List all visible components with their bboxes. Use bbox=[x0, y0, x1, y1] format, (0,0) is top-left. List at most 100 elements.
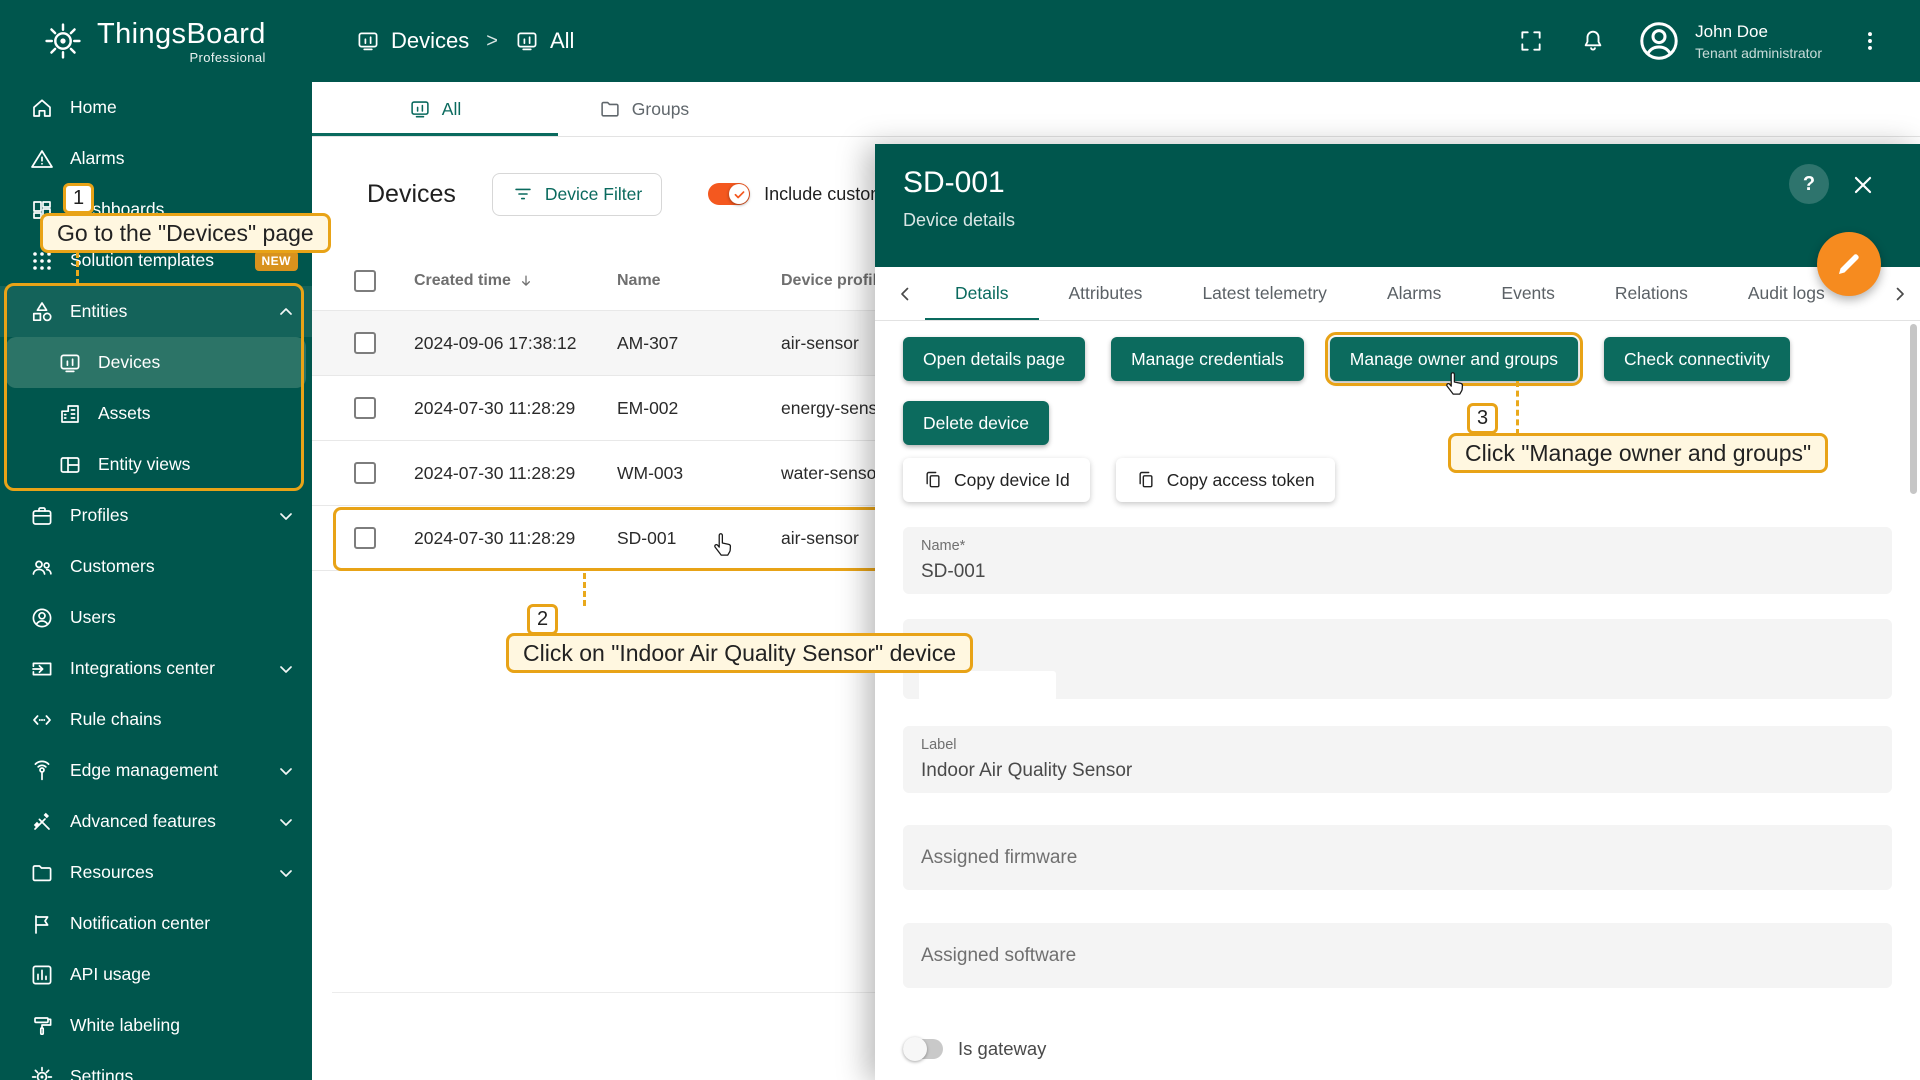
avatar-icon bbox=[1635, 17, 1683, 65]
sidebar-item-entities[interactable]: Entities bbox=[0, 286, 312, 337]
header-kebab-menu[interactable] bbox=[1850, 21, 1890, 61]
tab-relations[interactable]: Relations bbox=[1585, 267, 1718, 320]
close-icon bbox=[1850, 172, 1876, 198]
close-button[interactable] bbox=[1848, 170, 1878, 200]
device-profile-field-input[interactable] bbox=[919, 671, 1056, 701]
new-badge: NEW bbox=[254, 250, 298, 271]
sidebar-item-label: Rule chains bbox=[70, 709, 162, 729]
sidebar-item-rule-chains[interactable]: Rule chains bbox=[0, 694, 312, 745]
assigned-firmware-field[interactable]: Assigned firmware bbox=[903, 825, 1892, 890]
tab-all[interactable]: All bbox=[312, 82, 558, 136]
copy-icon bbox=[923, 470, 943, 490]
sidebar-item-label: Devices bbox=[98, 352, 161, 372]
column-name[interactable]: Name bbox=[617, 272, 781, 290]
sidebar-item-label: Solution templates bbox=[70, 250, 214, 270]
toggle-knob bbox=[903, 1037, 927, 1061]
row-checkbox[interactable] bbox=[354, 397, 376, 419]
sidebar-item-profiles[interactable]: Profiles bbox=[0, 490, 312, 541]
integration-icon bbox=[30, 657, 54, 681]
hand-cursor-button bbox=[1446, 372, 1464, 395]
assigned-firmware-placeholder: Assigned firmware bbox=[921, 846, 1078, 868]
is-gateway-label: Is gateway bbox=[958, 1038, 1047, 1059]
column-created-time[interactable]: Created time bbox=[414, 272, 617, 290]
row-checkbox[interactable] bbox=[354, 527, 376, 549]
sidebar-item-integrations-center[interactable]: Integrations center bbox=[0, 643, 312, 694]
warning-icon bbox=[30, 147, 54, 171]
sidebar-item-label: Integrations center bbox=[70, 658, 215, 678]
sidebar-item-resources[interactable]: Resources bbox=[0, 847, 312, 898]
copy-device-id-button[interactable]: Copy device Id bbox=[903, 458, 1090, 502]
brand-logo: ThingsBoard Professional bbox=[0, 18, 312, 65]
cell-created-time: 2024-09-06 17:38:12 bbox=[414, 332, 577, 353]
edit-fab-button[interactable] bbox=[1817, 232, 1881, 296]
sidebar-item-alarms[interactable]: Alarms bbox=[0, 133, 312, 184]
sidebar-item-settings[interactable]: Settings bbox=[0, 1051, 312, 1080]
folder-icon bbox=[30, 861, 54, 885]
row-checkbox[interactable] bbox=[354, 332, 376, 354]
cell-name: EM-002 bbox=[617, 397, 679, 418]
device-filter-label: Device Filter bbox=[544, 183, 643, 204]
device-filter-button[interactable]: Device Filter bbox=[491, 172, 663, 216]
sidebar-item-label: API usage bbox=[70, 964, 151, 984]
name-field-value: SD-001 bbox=[921, 561, 986, 582]
delete-device-button[interactable]: Delete device bbox=[903, 401, 1050, 445]
bell-icon bbox=[1580, 28, 1606, 54]
tab-attributes[interactable]: Attributes bbox=[1039, 267, 1173, 320]
copy-access-token-button[interactable]: Copy access token bbox=[1115, 458, 1335, 502]
breadcrumb-all[interactable]: All bbox=[515, 28, 574, 54]
tab-alarms[interactable]: Alarms bbox=[1357, 267, 1471, 320]
sidebar-item-label: Entity views bbox=[98, 454, 191, 474]
entity-views-icon bbox=[58, 453, 82, 477]
assigned-software-field[interactable]: Assigned software bbox=[903, 923, 1892, 988]
hand-cursor-row bbox=[714, 533, 732, 556]
cell-created-time: 2024-07-30 11:28:29 bbox=[414, 527, 576, 548]
device-fields: Name* SD-001 Label Indoor Air Quality Se… bbox=[903, 527, 1892, 988]
row-checkbox[interactable] bbox=[354, 462, 376, 484]
name-field[interactable]: Name* SD-001 bbox=[903, 527, 1892, 594]
paint-icon bbox=[30, 1014, 54, 1038]
sidebar-item-edge-management[interactable]: Edge management bbox=[0, 745, 312, 796]
brand-subtitle: Professional bbox=[189, 49, 266, 65]
notifications-button[interactable] bbox=[1573, 21, 1613, 61]
sidebar-item-entity-views[interactable]: Entity views bbox=[0, 439, 312, 490]
tab-latest-telemetry[interactable]: Latest telemetry bbox=[1172, 267, 1357, 320]
action-buttons-row: Open details page Manage credentials Man… bbox=[903, 332, 1892, 386]
tab-details[interactable]: Details bbox=[925, 267, 1039, 320]
toggle-on-track[interactable] bbox=[708, 183, 751, 205]
sidebar-item-api-usage[interactable]: API usage bbox=[0, 949, 312, 1000]
device-icon bbox=[515, 29, 539, 53]
sidebar-item-home[interactable]: Home bbox=[0, 82, 312, 133]
device-icon bbox=[409, 98, 431, 120]
cell-created-time: 2024-07-30 11:28:29 bbox=[414, 397, 576, 418]
tabs-scroll-left-button[interactable] bbox=[885, 267, 925, 321]
sidebar-item-advanced-features[interactable]: Advanced features bbox=[0, 796, 312, 847]
label-field[interactable]: Label Indoor Air Quality Sensor bbox=[903, 726, 1892, 793]
sidebar-item-assets[interactable]: Assets bbox=[0, 388, 312, 439]
tab-events[interactable]: Events bbox=[1471, 267, 1585, 320]
manage-credentials-button[interactable]: Manage credentials bbox=[1111, 337, 1304, 381]
check-connectivity-button[interactable]: Check connectivity bbox=[1604, 337, 1790, 381]
sidebar-item-white-labeling[interactable]: White labeling bbox=[0, 1000, 312, 1051]
is-gateway-toggle[interactable] bbox=[903, 1037, 943, 1061]
check-icon bbox=[733, 188, 746, 201]
open-details-page-button[interactable]: Open details page bbox=[903, 337, 1086, 381]
breadcrumb-devices[interactable]: Devices bbox=[356, 28, 469, 54]
annotation-connector-1 bbox=[76, 252, 79, 285]
select-all-checkbox[interactable] bbox=[354, 269, 376, 292]
pencil-icon bbox=[1834, 249, 1864, 279]
help-button[interactable]: ? bbox=[1789, 164, 1829, 204]
chart-icon bbox=[30, 963, 54, 987]
user-menu[interactable]: John Doe Tenant administrator bbox=[1635, 17, 1822, 65]
header-actions: John Doe Tenant administrator bbox=[1511, 17, 1920, 65]
category-icon bbox=[30, 300, 54, 324]
device-profile-field[interactable] bbox=[903, 619, 1892, 701]
sidebar-item-label: Alarms bbox=[70, 148, 125, 168]
sidebar-item-customers[interactable]: Customers bbox=[0, 541, 312, 592]
sidebar-item-notification-center[interactable]: Notification center bbox=[0, 898, 312, 949]
panel-scrollbar[interactable] bbox=[1910, 324, 1917, 494]
sidebar-item-devices[interactable]: Devices bbox=[6, 337, 306, 388]
fullscreen-button[interactable] bbox=[1511, 21, 1551, 61]
home-icon bbox=[30, 96, 54, 120]
sidebar-item-users[interactable]: Users bbox=[0, 592, 312, 643]
tab-groups[interactable]: Groups bbox=[558, 82, 730, 136]
